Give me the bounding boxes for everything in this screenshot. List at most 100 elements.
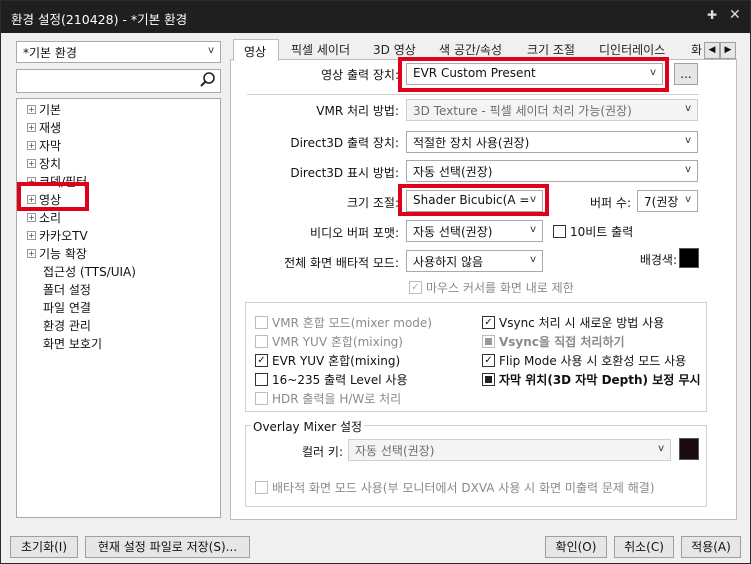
video-buffer-format-value: 자동 선택(권장) (413, 225, 493, 239)
vsync-direct-checkbox[interactable]: Vsync을 직접 처리하기 (482, 333, 625, 350)
checkbox-label: 16~235 출력 Level 사용 (272, 373, 408, 387)
tab-scroll-left-button[interactable]: ◀ (704, 42, 720, 59)
vmr-yuv-mixing-checkbox[interactable]: VMR YUV 혼합(mixing) (255, 333, 403, 350)
vmr-mixer-mode-checkbox[interactable]: VMR 혼합 모드(mixer mode) (255, 314, 432, 331)
tree-item-label: 기능 확장 (39, 247, 87, 261)
pin-icon[interactable]: ✚ (707, 8, 717, 22)
tree-item-label: 환경 관리 (43, 319, 91, 333)
checkbox-label: EVR YUV 혼합(mixing) (272, 354, 401, 368)
search-input[interactable] (16, 69, 221, 93)
d3d-output-select[interactable]: 적절한 장치 사용(권장) v (406, 131, 698, 153)
flip-mode-compat-checkbox[interactable]: ✓ Flip Mode 사용 시 호환성 모드 사용 (482, 352, 686, 369)
tree-item-subtitle[interactable]: + 자막 (27, 137, 61, 154)
tree-item-env-manage[interactable]: 환경 관리 (43, 317, 91, 334)
checkbox-box[interactable] (255, 392, 268, 405)
cancel-button[interactable]: 취소(C) (614, 536, 674, 558)
d3d-display-value: 자동 선택(권장) (413, 165, 493, 179)
checkbox-box[interactable]: ✓ (255, 354, 268, 367)
background-color-swatch[interactable] (679, 248, 699, 268)
close-icon[interactable]: ✕ (729, 7, 741, 23)
tree-item-playback[interactable]: + 재생 (27, 119, 61, 136)
highlight-tree-video (17, 182, 89, 211)
resize-label: 크기 조절: (346, 196, 399, 210)
expand-icon[interactable]: + (27, 105, 36, 114)
buffer-count-select[interactable]: 7(권장 v (637, 190, 698, 212)
tree-item-sound[interactable]: + 소리 (27, 209, 61, 226)
mouse-cursor-limit-checkbox[interactable]: ✓ 마우스 커서를 화면 내로 제한 (409, 279, 574, 296)
chevron-down-icon: v (685, 103, 691, 114)
vmr-method-select[interactable]: 3D Texture - 픽셀 세이더 처리 가능(권장) v (406, 99, 698, 121)
checkbox-label: VMR YUV 혼합(mixing) (272, 335, 403, 349)
tree-item-basic[interactable]: + 기본 (27, 101, 61, 118)
vmr-method-label: VMR 처리 방법: (316, 104, 399, 118)
tree-item-label: 소리 (39, 211, 62, 225)
buffer-count-label: 버퍼 수: (590, 196, 631, 210)
overlay-mixer-group-label: Overlay Mixer 설정 (251, 418, 365, 435)
expand-icon[interactable]: + (27, 231, 36, 240)
category-tree[interactable]: + 기본 + 재생 + 자막 + 장치 + 코덱/필터 + 영상 + 소리 + 카카오TV + 기… (16, 98, 221, 518)
tree-item-device[interactable]: + 장치 (27, 155, 61, 172)
vsync-new-method-checkbox[interactable]: ✓ Vsync 처리 시 새로운 방법 사용 (482, 314, 664, 331)
tree-item-screensaver[interactable]: 화면 보호기 (43, 335, 102, 352)
checkbox-label: 마우스 커서를 화면 내로 제한 (426, 281, 574, 295)
checkbox-box[interactable] (482, 373, 495, 386)
highlight-resize (398, 184, 549, 216)
buffer-count-value: 7(권장 (644, 195, 679, 209)
video-buffer-format-select[interactable]: 자동 선택(권장) v (406, 220, 543, 242)
tenbit-output-checkbox[interactable]: 10비트 출력 (553, 223, 633, 240)
expand-icon[interactable]: + (27, 123, 36, 132)
chevron-down-icon: v (208, 45, 214, 56)
tree-item-folder[interactable]: 폴더 설정 (43, 281, 91, 298)
divider (247, 94, 699, 95)
tree-item-extension[interactable]: + 기능 확장 (27, 245, 87, 262)
output-device-more-button[interactable]: ... (674, 63, 698, 85)
checkbox-box[interactable] (255, 316, 268, 329)
ok-button[interactable]: 확인(O) (545, 536, 607, 558)
checkbox-box[interactable]: ✓ (482, 354, 495, 367)
d3d-display-select[interactable]: 자동 선택(권장) v (406, 160, 698, 182)
checkbox-box[interactable]: ✓ (409, 281, 422, 294)
tree-item-label: 자막 (39, 139, 62, 153)
checkbox-box[interactable] (255, 373, 268, 386)
output-device-label: 영상 출력 장치: (321, 68, 399, 82)
expand-icon[interactable]: + (27, 213, 36, 222)
expand-icon[interactable]: + (27, 249, 36, 258)
apply-button[interactable]: 적용(A) (681, 536, 741, 558)
checkbox-box[interactable] (255, 481, 268, 494)
tree-item-file-assoc[interactable]: 파일 연결 (43, 299, 91, 316)
tree-item-label: 재생 (39, 121, 62, 135)
color-key-swatch[interactable] (679, 438, 699, 460)
reset-button[interactable]: 초기화(I) (10, 536, 78, 558)
tree-item-label: 장치 (39, 157, 62, 171)
tree-item-kakaotv[interactable]: + 카카오TV (27, 227, 88, 244)
vmr-method-value: 3D Texture - 픽셀 세이더 처리 가능(권장) (413, 104, 632, 118)
checkbox-label: Vsync을 직접 처리하기 (499, 335, 625, 349)
title-bar: 환경 설정(210428) - *기본 환경 ✚ ✕ (1, 1, 750, 33)
d3d-display-label: Direct3D 표시 방법: (290, 166, 399, 180)
hdr-hw-checkbox[interactable]: HDR 출력을 H/W로 처리 (255, 390, 401, 407)
expand-icon[interactable]: + (27, 159, 36, 168)
save-to-file-button[interactable]: 현재 설정 파일로 저장(S)... (85, 536, 250, 558)
evr-yuv-mixing-checkbox[interactable]: ✓ EVR YUV 혼합(mixing) (255, 352, 400, 369)
video-buffer-format-label: 비디오 버퍼 포맷: (310, 226, 399, 240)
profile-select[interactable]: *기본 환경 v (16, 41, 221, 63)
fullscreen-exclusive-select[interactable]: 사용하지 않음 v (406, 250, 543, 272)
search-icon[interactable] (198, 71, 218, 92)
exclusive-mode-checkbox[interactable]: 배타적 화면 모드 사용(부 모니터에서 DXVA 사용 시 화면 미출력 문제… (255, 479, 655, 496)
checkbox-box[interactable] (553, 225, 566, 238)
tab-video[interactable]: 영상 (233, 39, 279, 61)
checkbox-box[interactable]: ✓ (482, 316, 495, 329)
checkbox-box[interactable] (482, 335, 495, 348)
subtitle-depth-ignore-checkbox[interactable]: 자막 위치(3D 자막 Depth) 보정 무시 (482, 371, 701, 388)
expand-icon[interactable]: + (27, 141, 36, 150)
tree-item-accessibility[interactable]: 접근성 (TTS/UIA) (43, 263, 136, 280)
color-key-select[interactable]: 자동 선택(권장) v (348, 439, 671, 461)
tab-more[interactable]: 화 (691, 41, 702, 61)
level-16-235-checkbox[interactable]: 16~235 출력 Level 사용 (255, 371, 408, 388)
tree-item-label: 기본 (39, 103, 62, 117)
checkbox-box[interactable] (255, 335, 268, 348)
tab-pixel-shader[interactable]: 픽셀 세이더 (291, 41, 350, 61)
background-color-label: 배경색: (639, 253, 677, 267)
checkbox-label: Vsync 처리 시 새로운 방법 사용 (499, 316, 665, 330)
tab-scroll-right-button[interactable]: ▶ (720, 42, 736, 59)
